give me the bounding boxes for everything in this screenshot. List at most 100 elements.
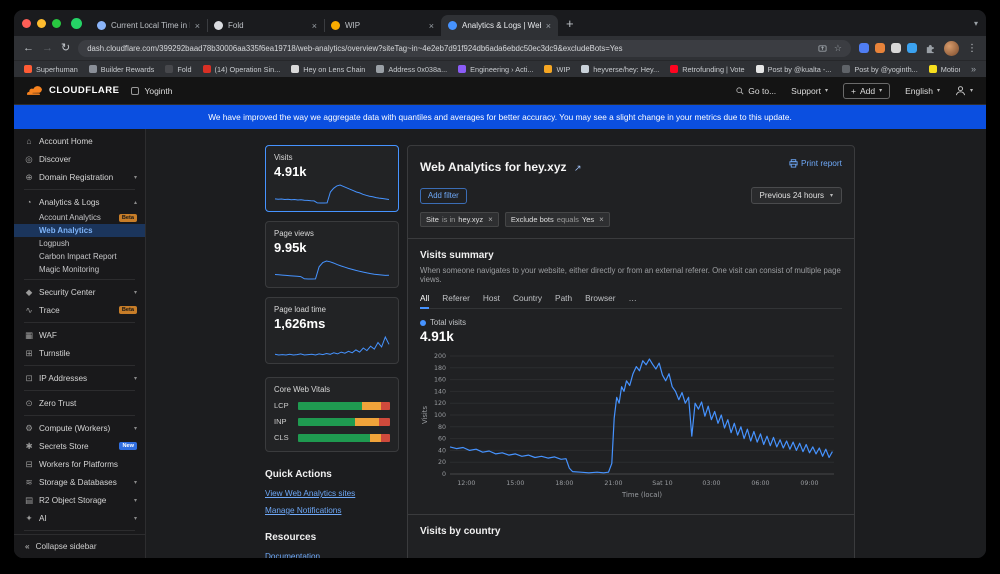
sidebar-item-zero-trust[interactable]: ⊙ Zero Trust xyxy=(14,394,145,412)
sidebar-item-secrets-store[interactable]: ✱ Secrets Store New xyxy=(14,437,145,455)
link-view-web-analytics-sites[interactable]: View Web Analytics sites xyxy=(265,489,355,498)
tab-close-icon[interactable]: × xyxy=(312,21,317,31)
bookmark-retrofunding-vote[interactable]: Retrofunding | Vote xyxy=(670,65,745,74)
bookmark-address-0x038a[interactable]: Address 0x038a... xyxy=(376,65,447,74)
sidebar-item-label: Domain Registration xyxy=(39,172,114,182)
filter-chip-exclude-bots[interactable]: Exclude bots equals Yes × xyxy=(504,212,610,227)
bookmark-14-operation-sin[interactable]: (14) Operation Sin... xyxy=(202,65,280,74)
tab-close-icon[interactable]: × xyxy=(195,21,200,31)
sidebar-item-web-analytics[interactable]: Web Analytics xyxy=(14,224,145,237)
bookmark-label: Post by @kualta -... xyxy=(767,64,832,74)
time-range-select[interactable]: Previous 24 hours ▾ xyxy=(750,187,842,204)
bookmark-superhuman[interactable]: Superhuman xyxy=(24,65,78,74)
link-documentation[interactable]: Documentation xyxy=(265,552,320,558)
tab-close-icon[interactable]: × xyxy=(429,21,434,31)
summary-tab-browser[interactable]: Browser xyxy=(585,293,615,309)
extension-icon-1[interactable] xyxy=(859,43,869,53)
pinned-tab-whatsapp[interactable] xyxy=(71,17,82,29)
bookmark-hey-on-lens-chain[interactable]: Hey on Lens Chain xyxy=(291,65,365,74)
sidebar-item-analytics-logs[interactable]: ◔ Analytics & Logs ▴ xyxy=(14,193,145,211)
bookmark-star-icon[interactable]: ☆ xyxy=(834,43,842,54)
bookmark-fold[interactable]: Fold xyxy=(165,65,192,74)
summary-tab-path[interactable]: Path xyxy=(555,293,572,309)
add-filter-button[interactable]: Add filter xyxy=(420,187,467,204)
sidebar-item-workers-for-platforms[interactable]: ⊟ Workers for Platforms xyxy=(14,455,145,473)
new-tab-button[interactable]: + xyxy=(566,16,574,31)
sidebar-item-account-analytics[interactable]: Account Analytics Beta xyxy=(14,211,145,224)
sidebar-item-label: Account Home xyxy=(39,136,93,146)
filter-chip-site[interactable]: Site is in hey.xyz × xyxy=(420,212,499,227)
tab-close-icon[interactable]: × xyxy=(546,21,551,31)
language-menu[interactable]: English ▾ xyxy=(905,86,940,96)
browser-tab-fold[interactable]: Fold × xyxy=(207,15,324,36)
send-to-device-icon[interactable] xyxy=(818,44,827,53)
extensions-puzzle-icon[interactable] xyxy=(925,43,936,54)
close-window-button[interactable] xyxy=(22,18,31,28)
sidebar-item-logpush[interactable]: Logpush xyxy=(14,237,145,250)
sidebar-item-magic-monitoring[interactable]: Magic Monitoring xyxy=(14,263,145,276)
page-views-card[interactable]: Page views 9.95k xyxy=(265,221,399,288)
svg-text:20: 20 xyxy=(438,459,446,466)
add-button[interactable]: + Add ▾ xyxy=(842,82,891,99)
sidebar-divider xyxy=(24,365,135,366)
sidebar-item-security-center[interactable]: ◆ Security Center ▾ xyxy=(14,283,145,301)
goto-search[interactable]: Go to... xyxy=(736,86,776,96)
browser-tab-current-local-time-in-benga[interactable]: Current Local Time in Benga... × xyxy=(90,15,207,36)
address-bar[interactable]: dash.cloudflare.com/399292baad78b30006aa… xyxy=(78,39,851,57)
collapse-sidebar-button[interactable]: « Collapse sidebar xyxy=(14,534,145,558)
bookmarks-overflow-chevron[interactable]: » xyxy=(971,64,976,74)
sidebar-item-waf[interactable]: ▦ WAF xyxy=(14,326,145,344)
sidebar-item-domain-registration[interactable]: ⊕ Domain Registration ▾ xyxy=(14,168,145,186)
summary-tab-country[interactable]: Country xyxy=(513,293,542,309)
sidebar-item-ip-addresses[interactable]: ⊡ IP Addresses ▾ xyxy=(14,369,145,387)
account-switcher[interactable]: Yoginth xyxy=(131,86,173,96)
chip-remove-icon[interactable]: × xyxy=(488,215,493,224)
sidebar-item-account-home[interactable]: ⌂ Account Home xyxy=(14,132,145,150)
sidebar-item-compute-workers[interactable]: ⚙ Compute (Workers) ▾ xyxy=(14,419,145,437)
extension-icon-3[interactable] xyxy=(891,43,901,53)
profile-avatar[interactable] xyxy=(944,40,959,56)
sidebar-item-storage-databases[interactable]: ≋ Storage & Databases ▾ xyxy=(14,473,145,491)
discover-icon: ◎ xyxy=(25,153,33,164)
user-menu[interactable]: ▾ xyxy=(955,85,973,96)
bookmark-post-by-kualta[interactable]: Post by @kualta -... xyxy=(755,64,832,74)
back-button[interactable]: ← xyxy=(23,42,34,54)
sidebar-item-carbon-impact-report[interactable]: Carbon Impact Report xyxy=(14,250,145,263)
extension-icon-2[interactable] xyxy=(875,43,885,53)
forward-button[interactable]: → xyxy=(42,42,53,54)
sidebar-item-discover[interactable]: ◎ Discover xyxy=(14,150,145,168)
svg-text:160: 160 xyxy=(434,377,446,384)
extension-icon-4[interactable] xyxy=(907,43,917,53)
sidebar-item-turnstile[interactable]: ⊞ Turnstile xyxy=(14,344,145,362)
minimize-window-button[interactable] xyxy=(37,18,46,28)
bookmark-heyverse-hey-hey[interactable]: heyverse/hey: Hey... xyxy=(581,65,659,74)
link-manage-notifications[interactable]: Manage Notifications xyxy=(265,506,341,515)
tab-search-chevron-icon[interactable]: ▾ xyxy=(974,19,978,28)
bookmark-motion-for-react-a[interactable]: Motion for React a... xyxy=(928,65,960,74)
browser-menu-icon[interactable]: ⋮ xyxy=(967,43,977,54)
sidebar-item-r2-object-storage[interactable]: ▤ R2 Object Storage ▾ xyxy=(14,491,145,509)
browser-tab-wip[interactable]: WIP × xyxy=(324,15,441,36)
bookmark-wip[interactable]: WIP xyxy=(544,65,570,74)
zoom-window-button[interactable] xyxy=(52,18,61,28)
chip-remove-icon[interactable]: × xyxy=(599,215,604,224)
summary-tab-referer[interactable]: Referer xyxy=(442,293,470,309)
bookmark-builder-rewards[interactable]: Builder Rewards xyxy=(88,65,154,74)
summary-tab-[interactable]: … xyxy=(629,293,637,309)
cloudflare-logo[interactable]: CLOUDFLARE xyxy=(27,85,119,96)
reload-button[interactable]: ↻ xyxy=(61,42,70,54)
browser-tab-analytics-logs-web-analy[interactable]: Analytics & Logs | Web Analy... × xyxy=(441,15,558,36)
external-link-icon[interactable]: ↗ xyxy=(574,163,582,173)
support-menu[interactable]: Support ▾ xyxy=(791,86,828,96)
visits-card[interactable]: Visits 4.91k xyxy=(265,145,399,212)
bookmark-post-by-yoginth[interactable]: Post by @yoginth... xyxy=(842,65,918,74)
bookmark-engineering-acti[interactable]: Engineering › Acti... xyxy=(458,65,533,74)
sidebar-item-ai[interactable]: ✦ AI ▾ xyxy=(14,509,145,527)
page-load-time-card[interactable]: Page load time 1,626ms xyxy=(265,297,399,364)
summary-tab-all[interactable]: All xyxy=(420,293,430,309)
sidebar-item-trace[interactable]: ∿ Trace Beta xyxy=(14,301,145,319)
summary-tab-host[interactable]: Host xyxy=(483,293,500,309)
bookmark-favicon xyxy=(88,65,97,73)
print-report-link[interactable]: Print report xyxy=(789,158,842,168)
core-web-vitals-card[interactable]: Core Web Vitals LCP INP CLS xyxy=(265,377,399,452)
